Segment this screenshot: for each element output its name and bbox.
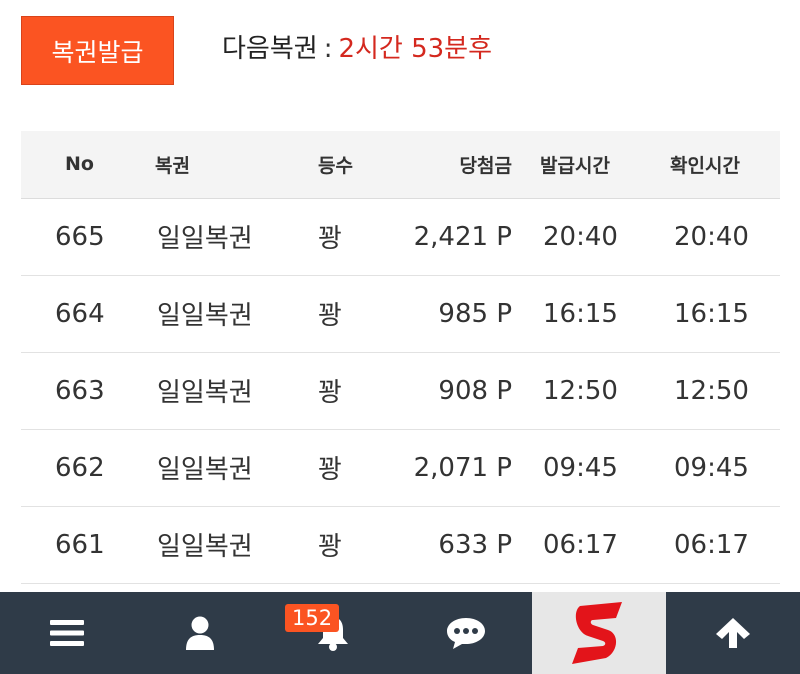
cell-no: 662: [55, 452, 105, 483]
table-row: 662 일일복권 꽝 2,071 P 09:45 09:45: [21, 429, 780, 506]
cell-rank: 꽝: [318, 224, 342, 254]
menu-button[interactable]: [0, 592, 133, 674]
notification-count-badge: 152: [285, 604, 340, 632]
column-header-checked-time: 확인시간: [670, 154, 740, 177]
bottom-navigation-bar: 152: [0, 592, 800, 674]
cell-checked-time: 12:50: [674, 375, 749, 406]
cell-lottery: 일일복권: [157, 455, 253, 485]
cell-rank: 꽝: [318, 301, 342, 331]
cell-checked-time: 06:17: [674, 529, 749, 560]
cell-lottery: 일일복권: [157, 532, 253, 562]
scroll-top-button[interactable]: [666, 592, 799, 674]
next-lottery-label: 다음복권: [222, 34, 318, 64]
cell-lottery: 일일복권: [157, 301, 253, 331]
cell-rank: 꽝: [318, 455, 342, 485]
cell-no: 665: [55, 221, 105, 252]
cell-checked-time: 09:45: [674, 452, 749, 483]
lottery-history-table: No 복권 등수 당첨금 발급시간 확인시간 665 일일복권 꽝 2,421 …: [21, 131, 780, 584]
cell-issued-time: 12:50: [543, 375, 618, 406]
profile-button[interactable]: [133, 592, 266, 674]
table-row: 663 일일복권 꽝 908 P 12:50 12:50: [21, 352, 780, 429]
cell-prize: 985 P: [438, 298, 512, 329]
cell-prize: 2,071 P: [413, 452, 512, 483]
cell-issued-time: 20:40: [543, 221, 618, 252]
next-lottery-remaining: 2시간 53분후: [338, 34, 493, 64]
table-row: 665 일일복권 꽝 2,421 P 20:40 20:40: [21, 198, 780, 275]
chat-button[interactable]: [399, 592, 532, 674]
site-logo-button[interactable]: [532, 592, 666, 674]
column-header-lottery: 복권: [155, 154, 190, 177]
cell-lottery: 일일복권: [157, 378, 253, 408]
next-lottery-colon: :: [323, 34, 333, 64]
cell-rank: 꽝: [318, 532, 342, 562]
cell-checked-time: 16:15: [674, 298, 749, 329]
column-header-no: No: [65, 153, 94, 176]
table-header-row: No 복권 등수 당첨금 발급시간 확인시간: [21, 131, 780, 198]
cell-no: 663: [55, 375, 105, 406]
arrow-up-icon: [715, 617, 751, 649]
notifications-button[interactable]: 152: [266, 592, 399, 674]
cell-checked-time: 20:40: [674, 221, 749, 252]
cell-no: 664: [55, 298, 105, 329]
column-header-prize: 당첨금: [459, 154, 512, 177]
issue-lottery-button[interactable]: 복권발급: [21, 16, 174, 85]
cell-prize: 908 P: [438, 375, 512, 406]
user-icon: [185, 616, 215, 650]
cell-rank: 꽝: [318, 378, 342, 408]
table-row: 664 일일복권 꽝 985 P 16:15 16:15: [21, 275, 780, 352]
cell-issued-time: 09:45: [543, 452, 618, 483]
cell-lottery: 일일복권: [157, 224, 253, 254]
cell-prize: 633 P: [438, 529, 512, 560]
column-header-issued-time: 발급시간: [540, 154, 610, 177]
cell-issued-time: 06:17: [543, 529, 618, 560]
cell-prize: 2,421 P: [413, 221, 512, 252]
chat-bubble-icon: [445, 616, 487, 650]
cell-issued-time: 16:15: [543, 298, 618, 329]
cell-no: 661: [55, 529, 105, 560]
next-lottery-info: 다음복권:2시간 53분후: [222, 28, 492, 65]
hamburger-menu-icon: [49, 620, 84, 646]
table-row: 661 일일복권 꽝 633 P 06:17 06:17: [21, 506, 780, 583]
s-logo-icon: [566, 598, 632, 668]
column-header-rank: 등수: [318, 154, 353, 177]
header: 복권발급 다음복권:2시간 53분후: [0, 0, 800, 100]
